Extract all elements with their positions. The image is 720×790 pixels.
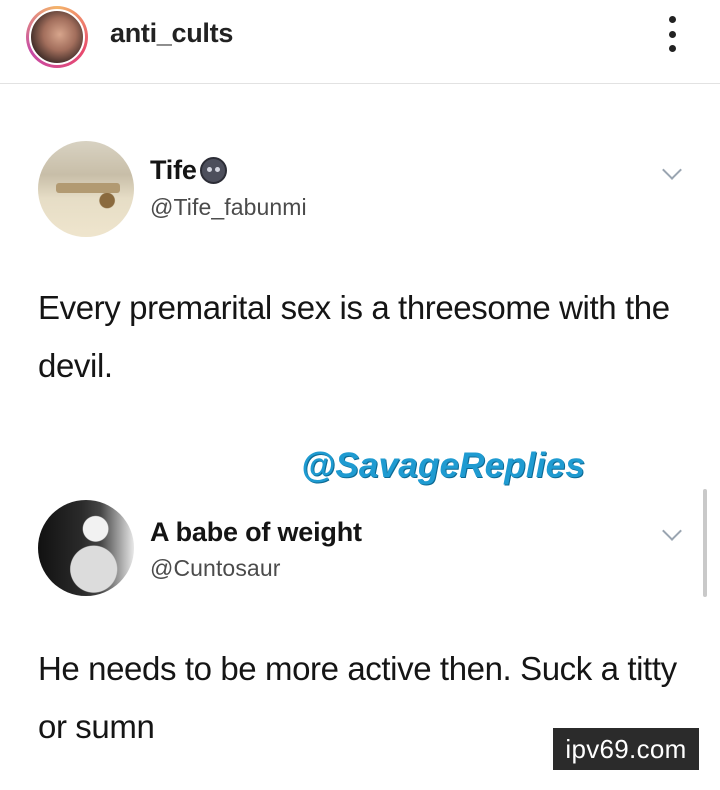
savage-replies-watermark: @SavageReplies bbox=[301, 446, 586, 485]
dark-face-emoji-icon bbox=[199, 157, 227, 184]
tweet-1-name-text: Tife bbox=[150, 155, 197, 185]
dot bbox=[668, 45, 676, 52]
tweet-1-avatar bbox=[38, 141, 134, 237]
tweet-2-display-name: A babe of weight bbox=[150, 517, 362, 547]
tweet-1-handle: @Tife_fabunmi bbox=[150, 194, 307, 220]
tweet-1-display-name: Tife bbox=[150, 155, 227, 186]
scrollbar[interactable] bbox=[703, 489, 707, 597]
tweet-2-handle: @Cuntosaur bbox=[150, 555, 281, 581]
tweet-2-avatar bbox=[38, 500, 134, 596]
site-badge: ipv69.com bbox=[553, 728, 699, 770]
dot bbox=[668, 30, 676, 38]
account-avatar[interactable] bbox=[26, 6, 88, 68]
account-username[interactable]: anti_cults bbox=[110, 18, 233, 49]
chevron-down-icon[interactable] bbox=[662, 521, 682, 541]
dot bbox=[668, 16, 676, 23]
tweet-1-text: Every premarital sex is a threesome with… bbox=[38, 289, 670, 384]
post-header: anti_cults bbox=[0, 0, 720, 84]
more-options-icon[interactable] bbox=[662, 16, 682, 52]
account-avatar-image bbox=[29, 9, 85, 65]
chevron-down-icon[interactable] bbox=[662, 160, 682, 180]
